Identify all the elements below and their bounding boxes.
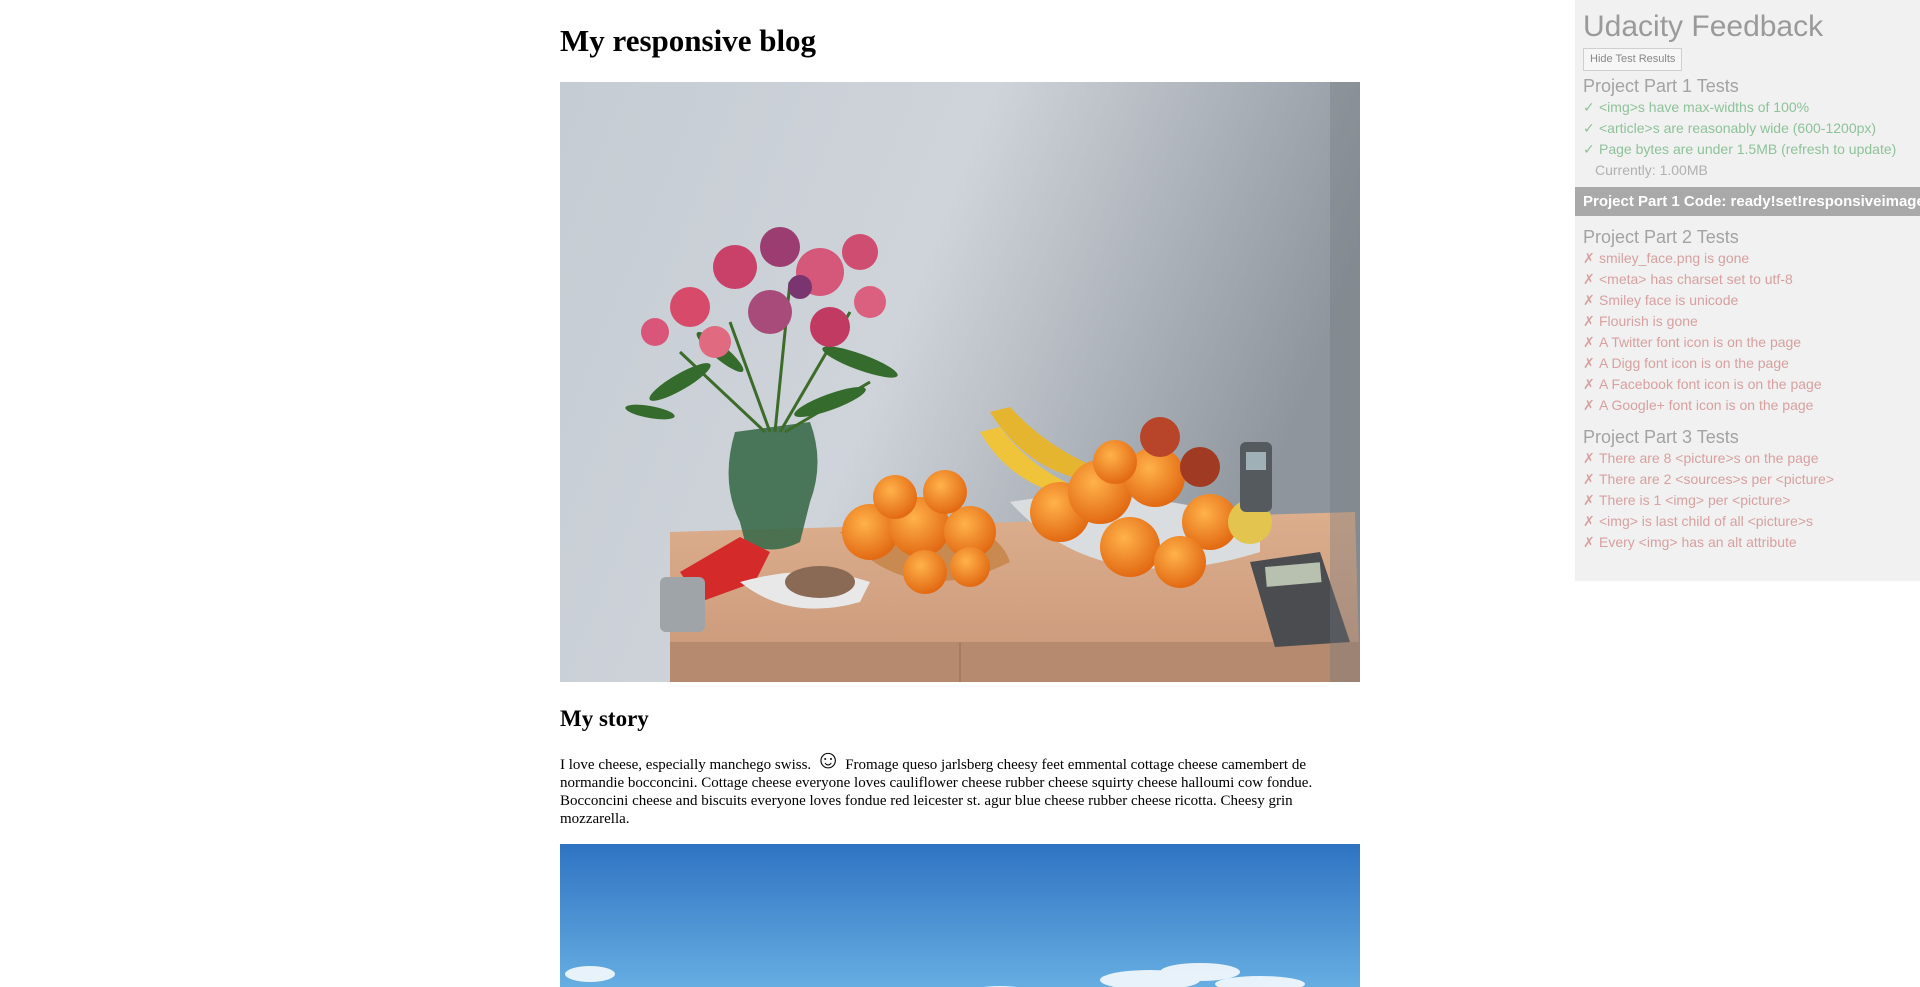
- cross-icon: ✗: [1583, 450, 1595, 466]
- story-paragraph: I love cheese, especially manchego swiss…: [560, 747, 1360, 828]
- cross-icon: ✗: [1583, 376, 1595, 392]
- still-life-image: [560, 82, 1360, 682]
- cross-icon: ✗: [1583, 471, 1595, 487]
- feedback-title: Udacity Feedback: [1583, 10, 1824, 43]
- cross-icon: ✗: [1583, 292, 1595, 308]
- cross-icon: ✗: [1583, 334, 1595, 350]
- part2-test: ✗ <meta> has charset set to utf-8: [1583, 269, 1920, 290]
- fruit-and-flowers-photo: [560, 82, 1360, 682]
- cross-icon: ✗: [1583, 313, 1595, 329]
- part1-test: ✓ <article>s are reasonably wide (600-120…: [1583, 118, 1920, 139]
- feedback-panel: Udacity Feedback Hide Test Results Proje…: [1575, 0, 1920, 581]
- test-label: A Google+ font icon is on the page: [1599, 397, 1814, 413]
- hide-test-results-button[interactable]: Hide Test Results: [1583, 48, 1683, 71]
- test-label: There are 2 <sources>s per <picture>: [1599, 471, 1835, 487]
- part1-test: ✓ Page bytes are under 1.5MB (refresh to …: [1583, 139, 1920, 160]
- part3-title: Project Part 3 Tests: [1583, 427, 1739, 447]
- story-heading: My story: [560, 706, 649, 731]
- part2-test: ✗ Flourish is gone: [1583, 311, 1920, 332]
- test-label: Page bytes are under 1.5MB (refresh to u…: [1599, 141, 1897, 157]
- sky-photo: [560, 844, 1360, 987]
- test-label: <img> is last child of all <picture>s: [1599, 513, 1813, 529]
- cross-icon: ✗: [1583, 492, 1595, 508]
- test-label: A Digg font icon is on the page: [1599, 355, 1789, 371]
- page-size-readout: Currently: 1.00MB: [1595, 162, 1708, 178]
- blog-article: My responsive blog My story I love chees…: [560, 0, 1360, 987]
- part1-code-bar: Project Part 1 Code: ready!set!responsiv…: [1575, 187, 1920, 216]
- page-title: My responsive blog: [560, 23, 817, 58]
- part2-test: ✗ A Digg font icon is on the page: [1583, 353, 1920, 374]
- check-icon: ✓: [1583, 141, 1595, 157]
- part2-test: ✗ A Twitter font icon is on the page: [1583, 332, 1920, 353]
- test-label: There is 1 <img> per <picture>: [1599, 492, 1791, 508]
- part2-test: ✗ A Google+ font icon is on the page: [1583, 395, 1920, 416]
- part3-test: ✗ Every <img> has an alt attribute: [1583, 532, 1920, 553]
- test-label: Flourish is gone: [1599, 313, 1698, 329]
- smiley-face-icon: ☺: [814, 745, 842, 774]
- sky-image: [560, 844, 1360, 987]
- part3-test: ✗ There is 1 <img> per <picture>: [1583, 490, 1920, 511]
- test-label: <img>s have max-widths of 100%: [1599, 99, 1810, 115]
- part3-test: ✗ <img> is last child of all <picture>s: [1583, 511, 1920, 532]
- cross-icon: ✗: [1583, 250, 1595, 266]
- test-label: A Twitter font icon is on the page: [1599, 334, 1802, 350]
- story-text-start: I love cheese, especially manchego swiss…: [560, 757, 812, 773]
- part2-title: Project Part 2 Tests: [1583, 227, 1739, 247]
- part3-test: ✗ There are 2 <sources>s per <picture>: [1583, 469, 1920, 490]
- test-label: Every <img> has an alt attribute: [1599, 534, 1797, 550]
- part1-title: Project Part 1 Tests: [1583, 76, 1739, 96]
- part2-test: ✗ A Facebook font icon is on the page: [1583, 374, 1920, 395]
- cross-icon: ✗: [1583, 355, 1595, 371]
- test-label: Smiley face is unicode: [1599, 292, 1739, 308]
- test-label: A Facebook font icon is on the page: [1599, 376, 1822, 392]
- cross-icon: ✗: [1583, 513, 1595, 529]
- cross-icon: ✗: [1583, 534, 1595, 550]
- part1-test: ✓ <img>s have max-widths of 100%: [1583, 97, 1920, 118]
- test-label: <article>s are reasonably wide (600-1200…: [1599, 120, 1877, 136]
- test-label: There are 8 <picture>s on the page: [1599, 450, 1819, 466]
- part3-test: ✗ There are 8 <picture>s on the page: [1583, 448, 1920, 469]
- part2-test: ✗ Smiley face is unicode: [1583, 290, 1920, 311]
- cross-icon: ✗: [1583, 397, 1595, 413]
- check-icon: ✓: [1583, 120, 1595, 136]
- cross-icon: ✗: [1583, 271, 1595, 287]
- test-label: <meta> has charset set to utf-8: [1599, 271, 1793, 287]
- test-label: smiley_face.png is gone: [1599, 250, 1750, 266]
- check-icon: ✓: [1583, 99, 1595, 115]
- part2-test: ✗ smiley_face.png is gone: [1583, 248, 1920, 269]
